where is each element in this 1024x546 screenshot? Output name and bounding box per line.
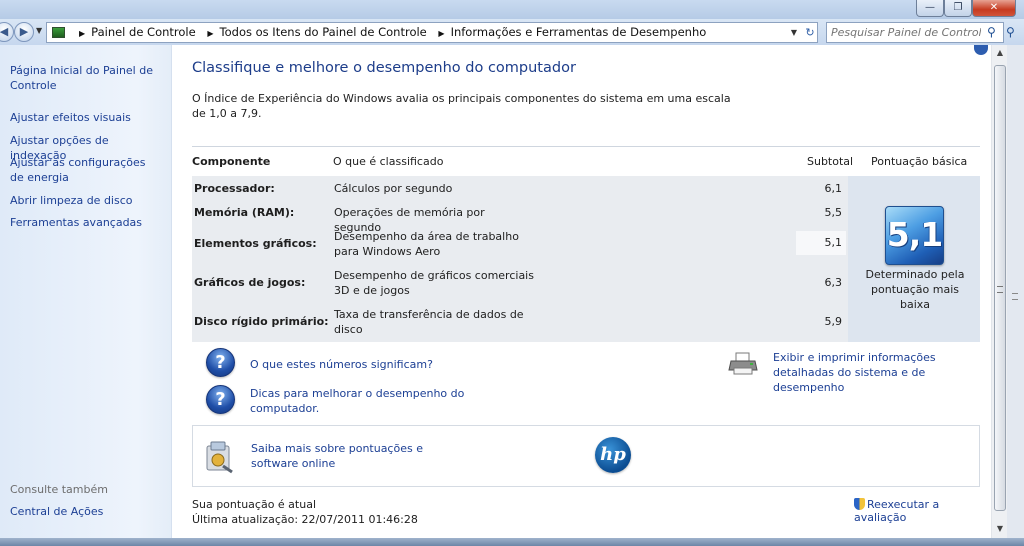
row-subtotal: 6,3 — [824, 276, 843, 289]
row-component: Gráficos de jogos: — [194, 276, 306, 289]
scroll-up-icon[interactable]: ▲ — [992, 45, 1008, 61]
page-title: Classifique e melhore o desempenho do co… — [192, 60, 576, 76]
window-edge — [1007, 45, 1024, 538]
control-panel-icon — [52, 27, 65, 38]
search-box[interactable]: ⚲ — [826, 22, 1004, 43]
help-icon: ? — [206, 385, 235, 414]
search-icon[interactable]: ⚲ — [1006, 25, 1015, 39]
breadcrumb-arrow-icon[interactable]: ▶ — [79, 24, 85, 43]
row-component: Memória (RAM): — [194, 206, 295, 219]
row-description: Desempenho de gráficos comerciais 3D e d… — [334, 269, 534, 297]
address-box[interactable]: ▶ Painel de Controle ▶ Todos os Itens do P… — [46, 22, 818, 43]
rerun-label: Reexecutar a avaliação — [854, 498, 940, 524]
forward-button[interactable]: ▶ — [14, 22, 34, 42]
base-score-caption: Determinado pela pontuação mais baixa — [865, 268, 965, 311]
sidebar-item-home[interactable]: Página Inicial do Painel de Controle — [10, 63, 162, 93]
intro-text: O Índice de Experiência do Windows avali… — [192, 92, 731, 120]
header-rated: O que é classificado — [333, 155, 444, 168]
vertical-scrollbar[interactable]: ▲ ▼ — [991, 45, 1007, 538]
what-numbers-link[interactable]: O que estes números significam? — [250, 357, 433, 372]
recent-pages-dropdown[interactable]: ▼ — [36, 26, 42, 35]
maximize-button[interactable]: ❐ — [944, 0, 972, 17]
header-base-score: Pontuação básica — [871, 155, 968, 168]
breadcrumb: ▶ Painel de Controle ▶ Todos os Itens do P… — [71, 23, 706, 42]
row-description: Cálculos por segundo — [334, 182, 453, 195]
breadcrumb-item[interactable]: Informações e Ferramentas de Desempenho — [451, 25, 707, 39]
learn-more-link[interactable]: Saiba mais sobre pontuações e software o… — [251, 441, 471, 471]
rerun-assessment-link[interactable]: Reexecutar a avaliação — [854, 498, 991, 524]
divider — [192, 146, 980, 147]
scroll-thumb[interactable] — [994, 65, 1006, 511]
help-icon: ? — [206, 348, 235, 377]
tips-link[interactable]: Dicas para melhorar o desempenho do comp… — [250, 386, 470, 416]
close-button[interactable]: ✕ — [972, 0, 1016, 17]
sidebar: Página Inicial do Painel de Controle Aju… — [0, 45, 172, 538]
base-score-badge: 5,1 — [885, 206, 944, 265]
status-text: Sua pontuação é atual — [192, 498, 317, 511]
sidebar-item-advanced-tools[interactable]: Ferramentas avançadas — [10, 215, 162, 230]
row-component: Disco rígido primário: — [194, 315, 329, 328]
search-icon[interactable]: ⚲ — [987, 25, 1001, 39]
sidebar-item-disk-cleanup[interactable]: Abrir limpeza de disco — [10, 193, 162, 208]
refresh-icon[interactable]: ↻ — [803, 24, 817, 41]
row-description: Taxa de transferência de dados de disco — [334, 308, 524, 336]
sidebar-item-action-center[interactable]: Central de Ações — [10, 504, 162, 519]
breadcrumb-arrow-icon[interactable]: ▶ — [438, 24, 444, 43]
header-component: Componente — [192, 155, 271, 168]
back-button[interactable]: ◀ — [0, 22, 14, 42]
tools-icon — [206, 441, 233, 474]
main-content: Classifique e melhore o desempenho do co… — [172, 45, 991, 538]
row-subtotal: 5,9 — [824, 315, 843, 328]
breadcrumb-item[interactable]: Todos os Itens do Painel de Controle — [220, 25, 427, 39]
address-dropdown-icon[interactable]: ▼ — [787, 24, 801, 41]
row-component: Processador: — [194, 182, 275, 195]
sidebar-item-visual-effects[interactable]: Ajustar efeitos visuais — [10, 110, 162, 125]
breadcrumb-item[interactable]: Painel de Controle — [91, 25, 196, 39]
base-score-value: 5,1 — [886, 215, 943, 254]
row-subtotal: 6,1 — [824, 182, 843, 195]
help-icon[interactable] — [974, 45, 988, 55]
scroll-down-icon[interactable]: ▼ — [992, 521, 1008, 537]
see-also-label: Consulte também — [10, 483, 108, 496]
last-update-text: Última atualização: 22/07/2011 01:46:28 — [192, 513, 418, 526]
hp-logo-icon: hp — [595, 437, 631, 473]
header-subtotal: Subtotal — [807, 155, 854, 168]
search-input[interactable] — [831, 25, 981, 40]
sidebar-item-power[interactable]: Ajustar as configurações de energia — [10, 155, 162, 185]
row-subtotal: 5,1 — [796, 231, 846, 255]
title-bar: — ❐ ✕ — [0, 0, 1024, 19]
minimize-button[interactable]: — — [916, 0, 944, 17]
address-bar: ◀ ▶ ▼ ▶ Painel de Controle ▶ Todos os Iten… — [0, 19, 1024, 45]
grip-icon — [1012, 293, 1018, 300]
row-subtotal: 5,5 — [824, 206, 843, 219]
row-component: Elementos gráficos: — [194, 237, 317, 250]
breadcrumb-arrow-icon[interactable]: ▶ — [207, 24, 213, 43]
row-description: Desempenho da área de trabalho para Wind… — [334, 230, 519, 258]
grip-icon — [997, 286, 1003, 293]
learn-more-box: Saiba mais sobre pontuações e software o… — [192, 425, 980, 487]
print-details-link[interactable]: Exibir e imprimir informações detalhadas… — [773, 350, 983, 395]
shield-icon — [854, 498, 865, 510]
taskbar — [0, 538, 1024, 546]
printer-icon — [728, 352, 758, 375]
